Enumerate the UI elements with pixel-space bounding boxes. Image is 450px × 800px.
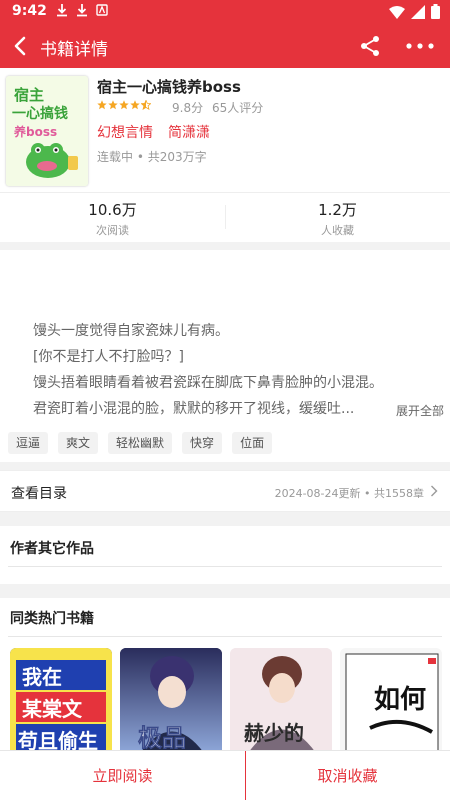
tag-list: 逗逼 爽文 轻松幽默 快穿 位面 bbox=[8, 432, 273, 454]
book-info: 宿主 一心搞钱 养boss 宿主一心搞钱养boss 9.8分 65人评分 幻想言… bbox=[0, 68, 450, 192]
cover-text: 某棠文 bbox=[22, 697, 83, 721]
book-stats: 10.6万 次阅读 1.2万 人收藏 bbox=[0, 192, 450, 242]
tag-chip[interactable]: 爽文 bbox=[58, 432, 99, 454]
status-time: 9:42 bbox=[12, 3, 47, 19]
cover-text: 极品 bbox=[138, 724, 186, 752]
tag-chip[interactable]: 逗逼 bbox=[8, 432, 49, 454]
similar-book-cover[interactable]: 极品 bbox=[120, 648, 222, 753]
battery-icon bbox=[431, 4, 440, 19]
wifi-icon bbox=[389, 5, 405, 19]
book-cover-art: 我在 某棠文 苟且偷生 bbox=[10, 648, 112, 753]
share-icon[interactable] bbox=[358, 34, 382, 58]
section-title-similar-hot: 同类热门书籍 bbox=[10, 611, 94, 627]
similar-books-list: 我在 某棠文 苟且偷生 极品 赫少的 如何 bbox=[10, 648, 450, 753]
cover-text: 如何 bbox=[374, 685, 426, 715]
similar-book-cover[interactable]: 如何 bbox=[340, 648, 442, 753]
catalog-row[interactable]: 查看目录 2024-08-24更新 • 共1558章 bbox=[0, 470, 450, 512]
stat-favorites: 1.2万 人收藏 bbox=[225, 199, 450, 238]
rating-stars bbox=[97, 100, 151, 110]
signal-icon bbox=[411, 4, 425, 19]
synopsis-line: 君瓷盯着小混混的脸，默默的移开了视线，缓缓吐... bbox=[33, 401, 355, 417]
section-divider bbox=[8, 566, 442, 567]
reads-value: 10.6万 bbox=[88, 201, 137, 219]
expand-all-link[interactable]: 展开全部 bbox=[396, 402, 444, 419]
system-icons bbox=[389, 4, 440, 19]
favorites-label: 人收藏 bbox=[321, 224, 354, 237]
star-icon bbox=[108, 100, 118, 110]
star-icon bbox=[130, 100, 140, 110]
synopsis-line: 馒头一度觉得自家瓷妹儿有病。 bbox=[33, 323, 229, 339]
status-bar: 9:42 bbox=[0, 0, 450, 24]
book-genre[interactable]: 幻想言情 bbox=[97, 122, 153, 142]
catalog-label: 查看目录 bbox=[11, 486, 67, 502]
svg-text:一心搞钱: 一心搞钱 bbox=[12, 105, 68, 122]
cancel-favorite-button[interactable]: 取消收藏 bbox=[235, 751, 450, 800]
svg-text:养boss: 养boss bbox=[13, 124, 57, 139]
rating-count: 65人评分 bbox=[212, 101, 264, 115]
stat-reads: 10.6万 次阅读 bbox=[0, 199, 225, 238]
synopsis-line: [你不是打人不打脸吗？] bbox=[33, 349, 184, 365]
similar-book-cover[interactable]: 我在 某棠文 苟且偷生 bbox=[10, 648, 112, 753]
favorites-value: 1.2万 bbox=[318, 201, 357, 219]
read-now-button[interactable]: 立即阅读 bbox=[10, 751, 235, 800]
download-icon bbox=[57, 4, 67, 17]
tag-chip[interactable]: 轻松幽默 bbox=[108, 432, 173, 454]
section-divider bbox=[8, 636, 442, 637]
book-cover-art: 宿主 一心搞钱 养boss bbox=[6, 76, 88, 186]
book-status: 连载中 • 共203万字 bbox=[97, 150, 207, 164]
more-icon[interactable] bbox=[404, 34, 436, 58]
catalog-meta: 2024-08-24更新 • 共1558章 bbox=[274, 487, 424, 500]
rating-score: 9.8分 bbox=[172, 101, 204, 115]
book-cover-art: 如何 bbox=[340, 648, 442, 753]
book-synopsis: 馒头一度觉得自家瓷妹儿有病。 [你不是打人不打脸吗？] 馒头捂着眼睛看着被君瓷踩… bbox=[33, 318, 443, 422]
cover-text: 我在 bbox=[22, 665, 62, 689]
section-gap bbox=[0, 242, 450, 250]
tag-chip[interactable]: 快穿 bbox=[182, 432, 223, 454]
similar-book-cover[interactable]: 赫少的 bbox=[230, 648, 332, 753]
section-gap bbox=[0, 462, 450, 470]
book-cover-art: 极品 bbox=[120, 648, 222, 753]
star-icon bbox=[119, 100, 129, 110]
reads-label: 次阅读 bbox=[96, 224, 129, 237]
tag-chip[interactable]: 位面 bbox=[232, 432, 273, 454]
half-star-icon bbox=[141, 100, 151, 110]
synopsis-line: 馒头捂着眼睛看着被君瓷踩在脚底下鼻青脸肿的小混混。 bbox=[33, 375, 383, 391]
section-title-author-works: 作者其它作品 bbox=[10, 541, 94, 557]
book-cover-art: 赫少的 bbox=[230, 648, 332, 753]
app-bar: 书籍详情 bbox=[0, 24, 450, 68]
section-gap bbox=[0, 584, 450, 598]
section-gap bbox=[0, 512, 450, 526]
cover-text: 赫少的 bbox=[244, 721, 304, 745]
bottom-action-bar: 立即阅读 取消收藏 bbox=[0, 750, 450, 800]
back-arrow-icon[interactable] bbox=[10, 34, 32, 58]
chevron-right-icon bbox=[431, 485, 438, 497]
star-icon bbox=[97, 100, 107, 110]
page-title: 书籍详情 bbox=[40, 40, 108, 60]
app-notification-icon bbox=[96, 4, 108, 16]
book-author[interactable]: 简潇潇 bbox=[168, 122, 210, 142]
svg-text:宿主: 宿主 bbox=[14, 86, 44, 104]
notification-icons bbox=[56, 3, 108, 17]
book-title: 宿主一心搞钱养boss bbox=[97, 78, 241, 96]
book-cover[interactable]: 宿主 一心搞钱 养boss bbox=[6, 76, 88, 186]
download-icon bbox=[77, 4, 87, 17]
